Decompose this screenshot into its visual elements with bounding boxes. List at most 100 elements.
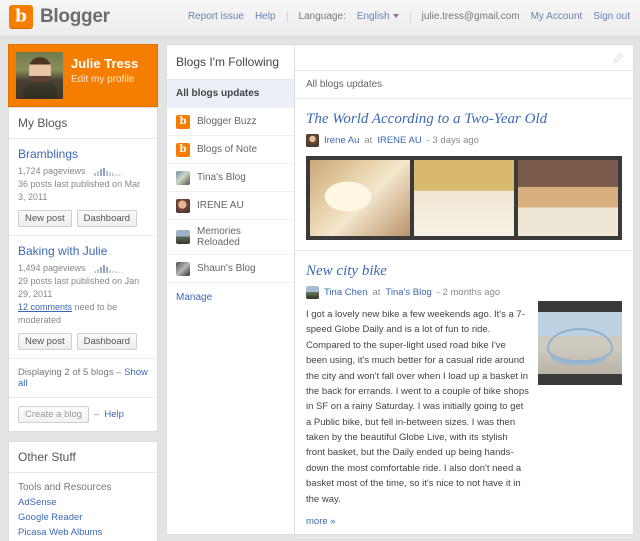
dashboard-button[interactable]: Dashboard [76,210,138,228]
my-account-link[interactable]: My Account [531,11,583,22]
more-link[interactable]: more » [306,516,336,527]
adsense-link[interactable]: AdSense [18,496,148,511]
blogs-count-row: Displaying 2 of 5 blogs – Show all [9,359,157,399]
food-photo-table[interactable] [414,160,514,236]
following-item-label: Shaun's Blog [197,263,256,274]
pageviews-count: 1,494 pageviews [18,263,86,274]
posts-published-line: 36 posts last published on Mar 3, 2011 [18,179,141,203]
post-content: I got a lovely new bike a few weekends a… [306,299,622,527]
displaying-count: Displaying 2 of 5 blogs – [18,367,125,379]
blog-name-link[interactable]: Bramblings [18,147,148,161]
language-selector[interactable]: English [357,11,399,22]
divider [409,11,411,22]
language-label: Language: [298,11,346,22]
post-blog-link[interactable]: IRENE AU [377,135,421,146]
following-item-shauns-blog[interactable]: Shaun's Blog [167,255,295,283]
picasa-web-albums-link[interactable]: Picasa Web Albums [18,526,148,541]
author-avatar [306,286,319,299]
profile-card: Julie Tress Edit my profile [8,44,158,107]
following-item-blogs-of-note[interactable]: Blogs of Note [167,136,295,164]
feed-toolbar [295,45,633,71]
blogs-following-panel: Blogs I'm Following All blogs updates Bl… [166,44,295,535]
post-blog-link[interactable]: Tina's Blog [385,287,431,298]
post-author-link[interactable]: Tina Chen [324,287,367,298]
following-item-label: Memories Reloaded [197,226,241,248]
manage-row: Manage [167,283,295,311]
account-email: julie.tress@gmail.com [421,11,520,22]
following-item-label: All blogs updates [176,88,260,99]
pageviews-sparkline-icon [94,265,124,274]
pencil-icon[interactable] [613,52,624,63]
other-stuff-links: AdSense Google Reader Picasa Web Albums … [9,496,157,541]
google-reader-link[interactable]: Google Reader [18,511,148,526]
help-link[interactable]: Help [255,11,276,22]
manage-link[interactable]: Manage [176,292,212,303]
post-byline: Irene Au at IRENE AU - 3 days ago [306,134,622,147]
following-item-label: IRENE AU [197,200,244,211]
bicycle-photo-image [538,312,622,374]
author-avatar [306,134,319,147]
top-header-bar: Blogger Report issue Help Language: Engl… [0,0,640,37]
create-blog-row: Create a blog – Help [9,398,157,431]
post-photo-strip [306,156,622,240]
following-item-all-blogs-updates[interactable]: All blogs updates [167,80,295,108]
post-time: - 2 months ago [436,287,501,298]
blogger-dashboard-page: Blogger Report issue Help Language: Engl… [0,0,640,541]
my-blog-item: Bramblings 1,724 pageviews 36 posts last… [9,139,157,237]
my-blogs-title: My Blogs [9,108,157,139]
other-stuff-title: Other Stuff [9,442,157,474]
blog-stats: 1,494 pageviews 29 posts last published … [18,262,148,327]
divider [286,11,288,22]
post-title-link[interactable]: New city bike [306,263,622,280]
comments-moderation-line: 12 comments need to be moderated [18,301,148,327]
sign-out-link[interactable]: Sign out [593,11,630,22]
dash-separator: – [94,409,100,421]
feed-post: The World According to a Two-Year Old Ir… [295,99,633,251]
following-item-label: Blogs of Note [197,144,258,155]
post-title-link[interactable]: The World According to a Two-Year Old [306,111,622,128]
report-issue-link[interactable]: Report issue [188,11,244,22]
post-time: - 3 days ago [426,135,479,146]
brand-logo-group[interactable]: Blogger [9,5,110,29]
new-post-button[interactable]: New post [18,210,72,228]
blog-thumbnail-icon [176,230,190,244]
other-stuff-card: Other Stuff Tools and Resources AdSense … [8,441,158,541]
following-item-label: Blogger Buzz [197,116,257,127]
pageviews-count: 1,724 pageviews [18,166,86,176]
food-photo-spoon[interactable] [310,160,410,236]
post-author-link[interactable]: Irene Au [324,135,359,146]
following-item-label: Tina's Blog [197,172,246,183]
bicycle-photo[interactable] [538,301,622,385]
comments-count-link[interactable]: 12 comments [18,302,72,312]
feed-subheader: All blogs updates [295,71,633,99]
blog-thumbnail-icon [176,198,190,213]
dashboard-button[interactable]: Dashboard [76,333,138,351]
my-blog-item: Baking with Julie 1,494 pageviews 29 pos… [9,236,157,360]
edit-profile-link[interactable]: Edit my profile [71,74,138,85]
blog-actions: New post Dashboard [18,210,148,228]
following-title: Blogs I'm Following [167,45,295,80]
blog-stats: 1,724 pageviews 36 posts last published … [18,165,148,204]
pageviews-sparkline-icon [94,168,124,176]
profile-name: Julie Tress [71,56,139,71]
blog-thumbnail-icon [176,170,190,185]
following-item-irene-au[interactable]: IRENE AU [167,192,295,220]
chevron-down-icon [392,14,399,19]
blog-thumbnail-icon [176,261,190,276]
create-a-blog-button[interactable]: Create a blog [18,406,90,424]
post-body-text: I got a lovely new bike a few weekends a… [306,309,529,505]
feed-post: New city bike Tina Chen at Tina's Blog -… [295,251,633,538]
user-avatar [16,52,63,99]
food-photo-hand[interactable] [518,160,618,236]
following-item-tinas-blog[interactable]: Tina's Blog [167,164,295,192]
create-blog-help-link[interactable]: Help [104,409,124,420]
post-byline: Tina Chen at Tina's Blog - 2 months ago [306,286,622,299]
following-item-memories-reloaded[interactable]: Memories Reloaded [167,220,295,255]
new-post-button[interactable]: New post [18,333,72,351]
blog-name-link[interactable]: Baking with Julie [18,244,148,258]
blogger-b-icon [9,5,33,29]
left-sidebar: Julie Tress Edit my profile My Blogs Bra… [8,44,158,541]
at-label: at [364,135,373,146]
tools-resources-label: Tools and Resources [18,482,112,494]
following-item-blogger-buzz[interactable]: Blogger Buzz [167,108,295,136]
